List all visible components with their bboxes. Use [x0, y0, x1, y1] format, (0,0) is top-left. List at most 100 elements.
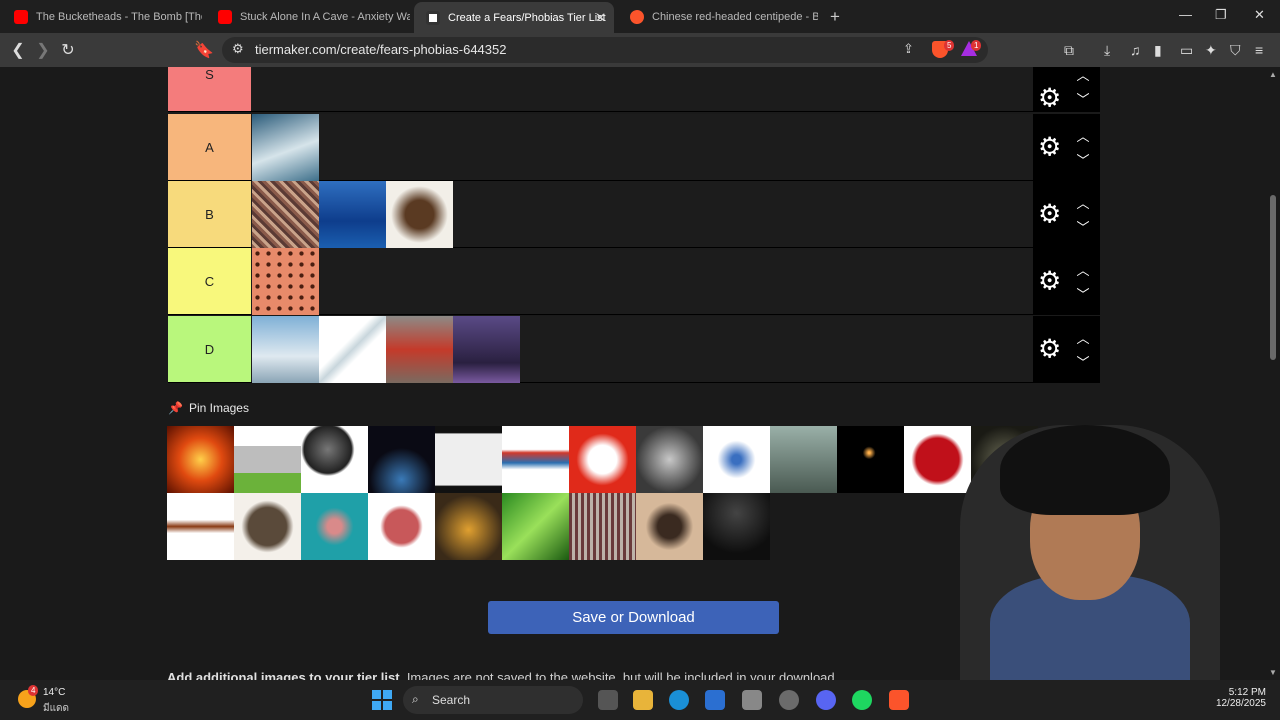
- steam-icon[interactable]: [779, 690, 799, 710]
- tab-cave[interactable]: Stuck Alone In A Cave - Anxiety Warr: [206, 4, 410, 29]
- scroll-up-icon[interactable]: ▲: [1269, 70, 1277, 79]
- tab-centipede[interactable]: Chinese red-headed centipede - Brav: [618, 4, 818, 29]
- tier-image-shark[interactable]: [252, 114, 319, 181]
- tier-image-holes[interactable]: [252, 248, 319, 315]
- pool-image-asteroid[interactable]: [368, 426, 435, 493]
- reload-icon[interactable]: ↻: [58, 40, 78, 60]
- move-down-icon[interactable]: ﹀: [1073, 89, 1093, 108]
- move-up-icon[interactable]: ︿: [1073, 67, 1093, 84]
- site-info-icon[interactable]: ⚙: [232, 41, 244, 57]
- pool-image-clown[interactable]: [569, 426, 636, 493]
- move-up-icon[interactable]: ︿: [1073, 126, 1093, 145]
- move-down-icon[interactable]: ﹀: [1073, 150, 1093, 169]
- restore-icon[interactable]: ❐: [1215, 7, 1227, 23]
- pool-image-man-portrait[interactable]: [636, 426, 703, 493]
- store-icon[interactable]: [705, 690, 725, 710]
- brave-taskbar-icon[interactable]: [889, 690, 909, 710]
- gear-icon[interactable]: ⚙: [1038, 83, 1061, 114]
- tier-image-puppet[interactable]: [386, 316, 453, 383]
- close-window-icon[interactable]: ✕: [1254, 7, 1265, 23]
- move-down-icon[interactable]: ﹀: [1073, 217, 1093, 236]
- tier-controls: ⚙ ︿ ﹀: [1033, 67, 1100, 114]
- gear-icon[interactable]: ⚙: [1038, 199, 1061, 230]
- tier-image-tarantula[interactable]: [386, 181, 453, 248]
- move-up-icon[interactable]: ︿: [1073, 193, 1093, 212]
- tier-controls: ⚙ ︿ ﹀: [1033, 114, 1100, 180]
- sidebar-icon[interactable]: ▮: [1154, 42, 1162, 59]
- move-down-icon[interactable]: ﹀: [1073, 284, 1093, 303]
- pool-image-grave[interactable]: [234, 426, 301, 493]
- pool-image-rat[interactable]: [234, 493, 301, 560]
- url-text: tiermaker.com/create/fears-phobias-64435…: [255, 42, 507, 57]
- tier-image-airplane[interactable]: [252, 316, 319, 383]
- pool-image-darkness[interactable]: [703, 493, 770, 560]
- pool-image-knot[interactable]: [502, 426, 569, 493]
- windows-start-icon[interactable]: [372, 690, 392, 710]
- task-view-icon[interactable]: [598, 690, 618, 710]
- screenshot-icon[interactable]: ⧉: [1064, 42, 1074, 59]
- pool-image-cockroach[interactable]: [167, 493, 234, 560]
- scrollbar[interactable]: [1268, 67, 1280, 680]
- tier-label[interactable]: S: [168, 67, 251, 111]
- taskbar-search[interactable]: [403, 686, 583, 714]
- gear-icon[interactable]: ⚙: [1038, 266, 1061, 297]
- tier-image-syringe[interactable]: [319, 316, 386, 383]
- tab-bucketheads[interactable]: The Bucketheads - The Bomb [These: [2, 4, 202, 29]
- add-images-note-text: Images are not saved to the website, but…: [403, 670, 839, 680]
- pool-image-centipede[interactable]: [569, 493, 636, 560]
- move-down-icon[interactable]: ﹀: [1073, 352, 1093, 371]
- new-tab-button[interactable]: +: [830, 7, 840, 27]
- pool-image-isopod[interactable]: [301, 493, 368, 560]
- close-tab-icon[interactable]: ✕: [595, 10, 606, 26]
- pool-image-scorpion[interactable]: [636, 493, 703, 560]
- minimize-icon[interactable]: —: [1179, 7, 1192, 22]
- tier-image-ocean[interactable]: [319, 181, 386, 248]
- gear-icon[interactable]: ⚙: [1038, 132, 1061, 163]
- tier-label[interactable]: B: [168, 181, 251, 247]
- tier-image-lightning[interactable]: [453, 316, 520, 383]
- pool-image-snake[interactable]: [502, 493, 569, 560]
- unity-icon[interactable]: [742, 690, 762, 710]
- search-label: Search: [432, 693, 471, 707]
- tier-row-s: S ⚙ ︿ ﹀: [168, 67, 1100, 114]
- navigation-bar: ❮ ❯ ↻ 🔖 ⚙ ⇪ 5 1 ⧉ ⤓ ♫ ▮ ▭ ✦ ⛉ ≡: [0, 33, 1280, 67]
- pool-image-heights[interactable]: [770, 426, 837, 493]
- share-icon[interactable]: ⇪: [903, 41, 914, 57]
- move-up-icon[interactable]: ︿: [1073, 260, 1093, 279]
- tier-label[interactable]: D: [168, 316, 251, 382]
- scrollbar-thumb[interactable]: [1270, 195, 1276, 360]
- forward-icon[interactable]: ❯: [33, 40, 53, 60]
- tier-label[interactable]: A: [168, 114, 251, 180]
- pool-image-blood[interactable]: [904, 426, 971, 493]
- discord-icon[interactable]: [816, 690, 836, 710]
- vpn-icon[interactable]: ⛉: [1230, 42, 1241, 59]
- pool-image-worm[interactable]: [368, 493, 435, 560]
- tier-items: [252, 248, 319, 315]
- gear-icon[interactable]: ⚙: [1038, 334, 1061, 365]
- leo-ai-icon[interactable]: ✦: [1205, 42, 1217, 59]
- downloads-icon[interactable]: ⤓: [1104, 42, 1110, 59]
- menu-icon[interactable]: ≡: [1255, 42, 1263, 58]
- bookmark-icon[interactable]: 🔖: [194, 40, 214, 60]
- weather-condition: มีแดด: [43, 703, 70, 714]
- back-icon[interactable]: ❮: [8, 40, 28, 60]
- clock[interactable]: 5:12 PM 12/28/2025: [1212, 687, 1266, 709]
- spotify-icon[interactable]: [852, 690, 872, 710]
- pool-image-fire[interactable]: [167, 426, 234, 493]
- tab-tiermaker[interactable]: Create a Fears/Phobias Tier List ✕: [414, 2, 614, 33]
- scroll-down-icon[interactable]: ▼: [1269, 668, 1277, 677]
- tier-row-a: A ⚙ ︿ ﹀: [168, 114, 1100, 181]
- pool-image-candle-dark[interactable]: [837, 426, 904, 493]
- tier-label[interactable]: C: [168, 248, 251, 314]
- wallet-icon[interactable]: ▭: [1180, 42, 1193, 59]
- pool-image-window[interactable]: [435, 426, 502, 493]
- tier-image-crowd[interactable]: [252, 181, 319, 248]
- pool-image-lizard[interactable]: [435, 493, 502, 560]
- edge-icon[interactable]: [669, 690, 689, 710]
- file-explorer-icon[interactable]: [633, 690, 653, 710]
- save-button[interactable]: Save or Download: [488, 601, 779, 634]
- pool-image-virus[interactable]: [703, 426, 770, 493]
- pool-image-microphone[interactable]: [301, 426, 368, 493]
- media-icon[interactable]: ♫: [1130, 42, 1141, 58]
- move-up-icon[interactable]: ︿: [1073, 328, 1093, 347]
